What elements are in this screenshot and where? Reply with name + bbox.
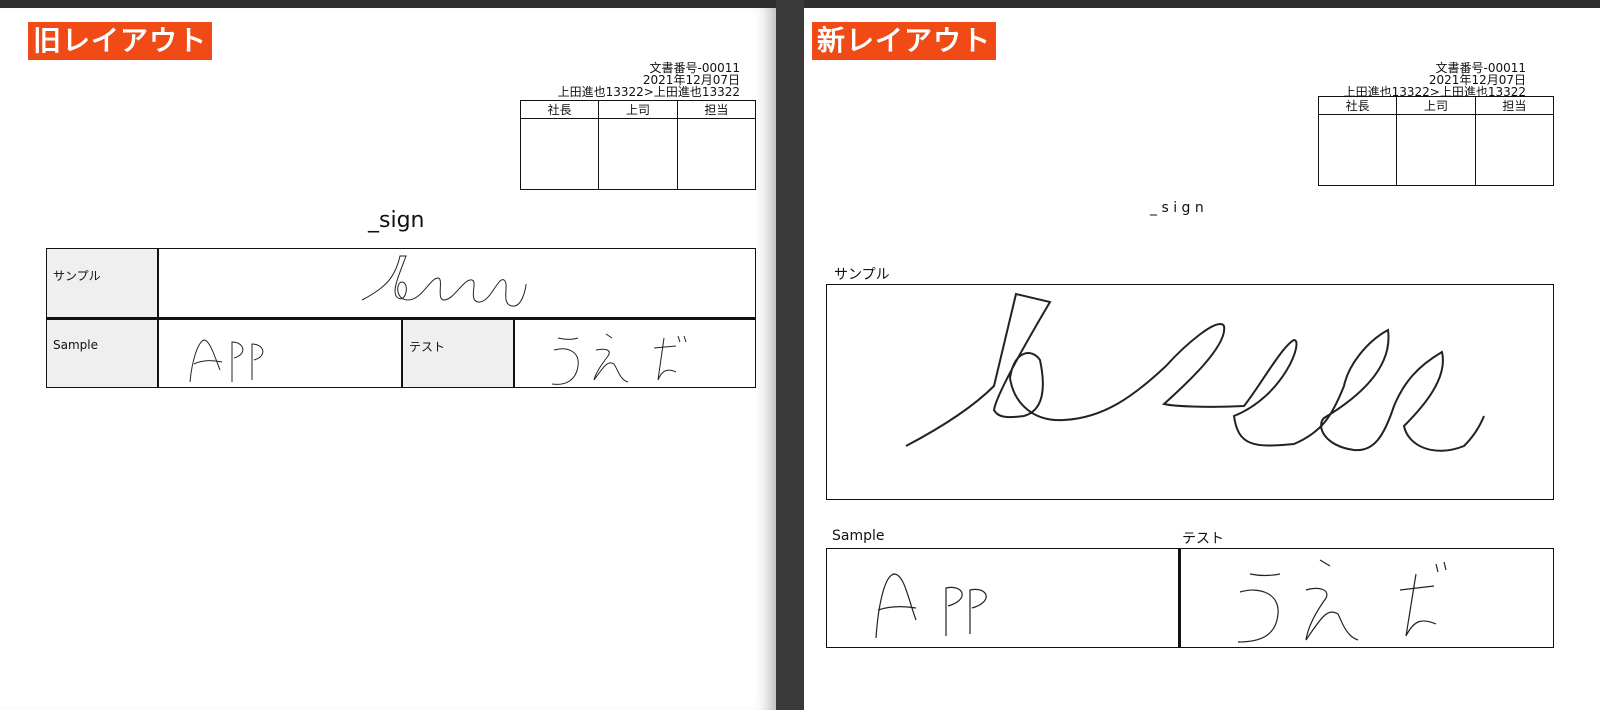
doc-route: 上田進也13322>上田進也13322	[557, 85, 740, 99]
col-divider	[401, 319, 403, 388]
doc-meta: 文書番号-00011 2021年12月07日 上田進也13322>上田進也133…	[558, 62, 740, 98]
stamp-cell	[1317, 114, 1398, 186]
approval-president: 社長	[1317, 96, 1398, 115]
label-sample-en: Sample	[47, 320, 157, 387]
signature-leelle-icon	[361, 255, 527, 307]
label-test: テスト	[403, 320, 513, 387]
col-divider	[513, 319, 515, 388]
signature-une-icon	[551, 333, 687, 385]
approval-president: 社長	[519, 100, 600, 119]
new-layout-page: 新レイアウト 文書番号-00011 2021年12月07日 上田進也13322>…	[804, 8, 1600, 710]
stamp-cell	[1396, 114, 1476, 186]
form-title: _ s i g n	[1150, 200, 1204, 216]
approval-owner: 担当	[1474, 96, 1555, 115]
signature-leelle-icon	[905, 292, 1485, 452]
label-sample-jp: サンプル	[834, 267, 890, 283]
col-divider	[157, 248, 159, 388]
doc-meta: 文書番号-00011 2021年12月07日 上田進也13322>上田進也133…	[1344, 62, 1526, 98]
page-gap	[776, 0, 804, 710]
label-test: テスト	[1182, 531, 1224, 547]
label-sample-en: Sample	[832, 528, 885, 544]
approval-boss: 上司	[598, 100, 678, 119]
approval-boss: 上司	[1396, 96, 1476, 115]
new-layout-tag: 新レイアウト	[812, 22, 997, 60]
label-sample-jp: サンプル	[47, 249, 157, 317]
signature-app-icon	[189, 339, 264, 383]
approval-stamp-table: 社長 上司 担当	[519, 100, 757, 190]
stamp-cell	[598, 118, 678, 190]
signature-app-icon	[875, 573, 987, 639]
approval-owner: 担当	[676, 100, 757, 119]
stamp-cell	[519, 118, 600, 190]
approval-stamp-table: 社長 上司 担当	[1317, 96, 1555, 186]
col-divider	[1178, 548, 1181, 648]
form-title: _sign	[368, 208, 425, 233]
old-layout-page: 旧レイアウト 文書番号-00011 2021年12月07日 上田進也13322>…	[0, 8, 776, 710]
signature-une-icon	[1237, 559, 1447, 643]
old-layout-tag: 旧レイアウト	[28, 22, 213, 60]
stamp-cell	[1474, 114, 1555, 186]
stamp-cell	[676, 118, 757, 190]
